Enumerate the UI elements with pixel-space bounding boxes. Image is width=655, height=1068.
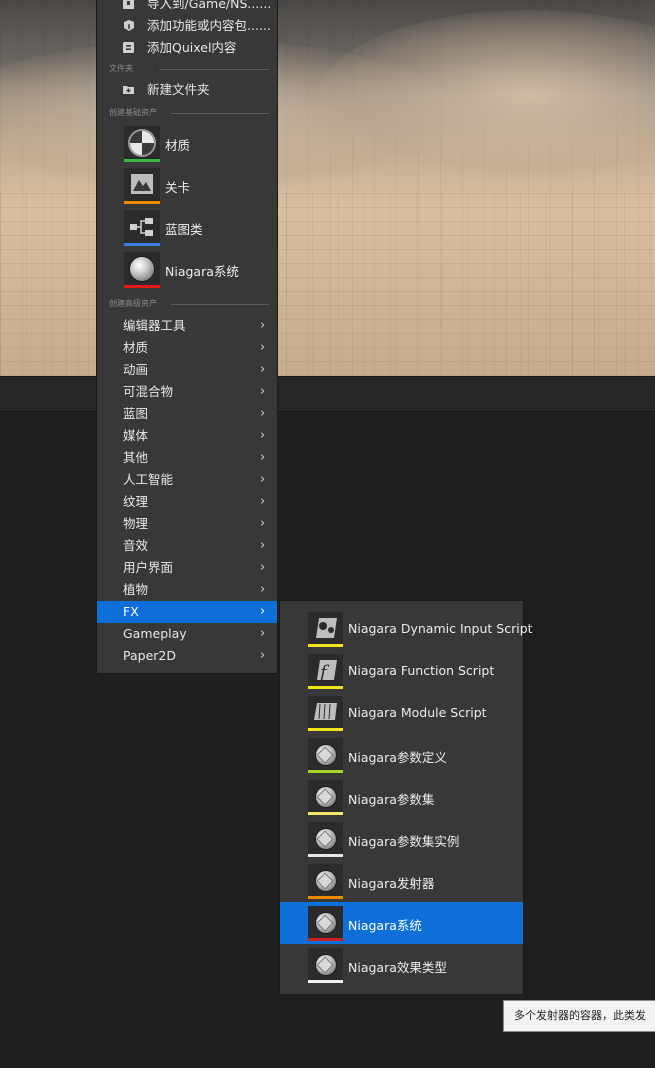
- chevron-right-icon: ›: [260, 362, 266, 377]
- submenu-sound[interactable]: 音效 ›: [97, 535, 277, 557]
- chevron-right-icon: ›: [260, 384, 266, 399]
- create-niagara-system-item[interactable]: Niagara系统: [124, 252, 284, 288]
- create-blueprint-class-item[interactable]: 蓝图类: [124, 210, 284, 246]
- material-icon: [124, 126, 160, 162]
- create-level-item[interactable]: 关卡: [124, 168, 284, 204]
- chevron-right-icon: ›: [260, 560, 266, 575]
- blueprint-class-icon: [124, 210, 160, 246]
- niagara-emitter-item[interactable]: Niagara发射器: [280, 860, 523, 902]
- submenu-blendables[interactable]: 可混合物 ›: [97, 381, 277, 403]
- submenu-ai[interactable]: 人工智能 ›: [97, 469, 277, 491]
- submenu-animation[interactable]: 动画 ›: [97, 359, 277, 381]
- submenu-editor-tools[interactable]: 编辑器工具 ›: [97, 315, 277, 337]
- chevron-right-icon: ›: [260, 406, 266, 421]
- niagara-system-item[interactable]: Niagara系统: [280, 902, 523, 944]
- niagara-effect-type-item[interactable]: Niagara效果类型: [280, 944, 523, 986]
- section-folder: 文件夹: [109, 63, 269, 75]
- submenu-fx[interactable]: FX ›: [97, 601, 277, 623]
- chevron-right-icon: ›: [260, 428, 266, 443]
- quixel-icon: [123, 42, 134, 53]
- chevron-right-icon: ›: [260, 604, 266, 619]
- submenu-foliage[interactable]: 植物 ›: [97, 579, 277, 601]
- niagara-parameter-collection-instance-item[interactable]: Niagara参数集实例: [280, 818, 523, 860]
- chevron-right-icon: ›: [260, 494, 266, 509]
- fx-submenu: Niagara Dynamic Input Script f Niagara F…: [279, 600, 533, 995]
- submenu-media[interactable]: 媒体 ›: [97, 425, 277, 447]
- submenu-blueprint[interactable]: 蓝图 ›: [97, 403, 277, 425]
- add-feature-pack-menu-item[interactable]: 添加功能或内容包......: [97, 15, 277, 37]
- create-material-item[interactable]: 材质: [124, 126, 284, 162]
- submenu-texture[interactable]: 纹理 ›: [97, 491, 277, 513]
- parameter-definition-icon: [308, 738, 343, 773]
- new-folder-menu-item[interactable]: 新建文件夹: [97, 79, 277, 101]
- chevron-right-icon: ›: [260, 626, 266, 641]
- section-basic-assets: 创建基础资产: [109, 107, 269, 119]
- module-script-icon: [308, 696, 343, 731]
- chevron-right-icon: ›: [260, 582, 266, 597]
- niagara-dynamic-input-script-item[interactable]: Niagara Dynamic Input Script: [280, 608, 533, 650]
- function-script-icon: f: [308, 654, 343, 689]
- submenu-material[interactable]: 材质 ›: [97, 337, 277, 359]
- parameter-collection-icon: [308, 780, 343, 815]
- chevron-right-icon: ›: [260, 472, 266, 487]
- chevron-right-icon: ›: [260, 318, 266, 333]
- emitter-icon: [308, 864, 343, 899]
- tooltip: 多个发射器的容器，此类发: [503, 1000, 655, 1032]
- submenu-misc[interactable]: 其他 ›: [97, 447, 277, 469]
- niagara-system-icon: [124, 252, 160, 288]
- import-icon: [123, 0, 134, 9]
- chevron-right-icon: ›: [260, 450, 266, 465]
- add-quixel-menu-item[interactable]: 添加Quixel内容: [97, 37, 277, 59]
- niagara-module-script-item[interactable]: Niagara Module Script: [280, 692, 523, 734]
- submenu-physics[interactable]: 物理 ›: [97, 513, 277, 535]
- chevron-right-icon: ›: [260, 648, 266, 663]
- chevron-right-icon: ›: [260, 516, 266, 531]
- submenu-paper2d[interactable]: Paper2D ›: [97, 645, 277, 667]
- submenu-user-interface[interactable]: 用户界面 ›: [97, 557, 277, 579]
- niagara-function-script-item[interactable]: f Niagara Function Script: [280, 650, 523, 692]
- import-menu-item[interactable]: 导入到/Game/NS......: [97, 0, 277, 15]
- section-advanced-assets: 创建高级资产: [109, 298, 269, 310]
- add-feature-pack-icon: [124, 20, 134, 31]
- effect-type-icon: [308, 948, 343, 983]
- niagara-system-icon: [308, 906, 343, 941]
- chevron-right-icon: ›: [260, 340, 266, 355]
- niagara-parameter-collection-item[interactable]: Niagara参数集: [280, 776, 523, 818]
- level-icon: [124, 168, 160, 204]
- chevron-right-icon: ›: [260, 538, 266, 553]
- parameter-collection-instance-icon: [308, 822, 343, 857]
- content-browser-context-menu: 导入到/Game/NS...... 添加功能或内容包...... 添加Quixe…: [96, 0, 278, 674]
- submenu-gameplay[interactable]: Gameplay ›: [97, 623, 277, 645]
- niagara-parameter-definition-item[interactable]: Niagara参数定义: [280, 734, 523, 776]
- new-folder-icon: [123, 86, 134, 94]
- dynamic-input-script-icon: [308, 612, 343, 647]
